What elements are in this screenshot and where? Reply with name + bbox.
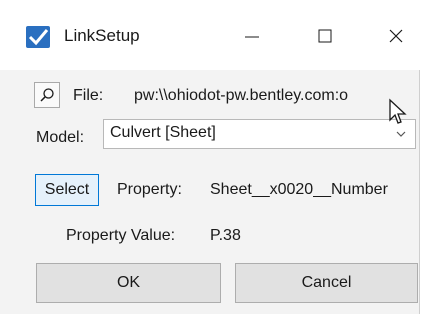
linksetup-dialog: LinkSetup File: pw:\\ohiodot-pw.bentley.… <box>0 0 420 314</box>
model-label: Model: <box>36 129 85 146</box>
minimize-button[interactable] <box>222 16 282 56</box>
window-title: LinkSetup <box>64 26 140 45</box>
file-label: File: <box>73 87 104 104</box>
minimize-icon <box>245 36 259 38</box>
cancel-button[interactable]: Cancel <box>235 263 418 303</box>
property-value-label: Property Value: <box>66 227 176 244</box>
background-strip <box>420 0 427 314</box>
select-button[interactable]: Select <box>35 174 99 206</box>
search-icon <box>40 88 54 102</box>
model-dropdown[interactable]: Culvert [Sheet] <box>103 119 416 149</box>
model-selected-value: Culvert [Sheet] <box>110 124 216 141</box>
property-value-text: P.38 <box>210 227 241 244</box>
ok-button[interactable]: OK <box>36 263 221 303</box>
property-label: Property: <box>117 181 182 198</box>
close-button[interactable] <box>366 16 426 56</box>
chevron-down-icon <box>396 131 406 137</box>
mouse-cursor-icon <box>389 98 407 124</box>
maximize-icon <box>318 29 332 43</box>
file-browse-button[interactable] <box>34 82 60 108</box>
close-icon <box>389 29 403 43</box>
title-bar[interactable]: LinkSetup <box>0 0 420 70</box>
maximize-button[interactable] <box>295 16 355 56</box>
file-path: pw:\\ohiodot-pw.bentley.com:o <box>134 87 349 104</box>
property-value: Sheet__x0020__Number <box>210 181 388 198</box>
app-icon <box>26 26 50 48</box>
